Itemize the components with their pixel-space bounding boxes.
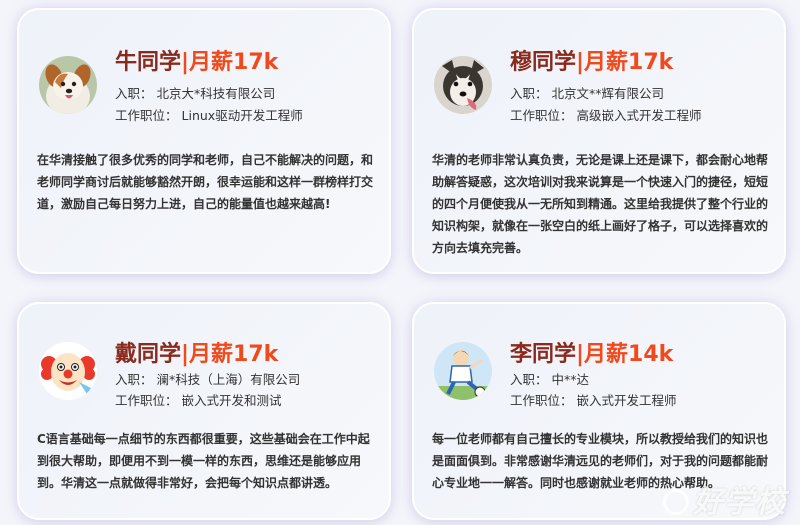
student-heading: 戴同学|月薪17k (115, 336, 278, 368)
position-line: 工作职位： Linux驱动开发工程师 (115, 105, 303, 124)
position-line: 工作职位： 嵌入式开发工程师 (510, 390, 677, 409)
salary-label: |月薪17k (576, 50, 674, 75)
company-value: 中**达 (551, 372, 590, 387)
position-line: 工作职位： 嵌入式开发和测试 (115, 390, 282, 409)
company-line: 入职： 中**达 (510, 369, 589, 388)
puppy-avatar-icon (39, 56, 97, 114)
watermark-text: 好学校 (693, 485, 786, 520)
student-heading: 穆同学|月薪17k (510, 44, 673, 76)
company-label: 入职： (115, 86, 153, 101)
company-line: 入职： 北京文**辉有限公司 (510, 83, 664, 102)
testimonial-quote: C语言基础每一点细节的东西都很重要，这些基础会在工作中起到很大帮助，即便用不到一… (37, 432, 370, 490)
student-heading: 李同学|月薪14k (510, 336, 673, 368)
company-line: 入职： 北京大*科技有限公司 (115, 83, 275, 102)
salary-label: |月薪17k (181, 50, 279, 75)
position-label: 工作职位： (115, 393, 178, 408)
husky-avatar-icon (434, 56, 492, 114)
company-label: 入职： (510, 86, 548, 101)
company-line: 入职： 澜*科技（上海）有限公司 (115, 369, 300, 388)
company-value: 澜*科技（上海）有限公司 (156, 372, 301, 387)
company-label: 入职： (115, 372, 153, 387)
position-value: 高级嵌入式开发工程师 (576, 108, 702, 123)
position-line: 工作职位： 高级嵌入式开发工程师 (510, 105, 702, 124)
position-value: Linux驱动开发工程师 (181, 108, 303, 123)
site-watermark: 好学校 (663, 477, 786, 521)
clown-avatar-icon (39, 342, 97, 400)
position-label: 工作职位： (510, 393, 573, 408)
position-label: 工作职位： (115, 108, 178, 123)
testimonial-card: 戴同学|月薪17k 入职： 澜*科技（上海）有限公司 工作职位： 嵌入式开发和测试 … (17, 302, 391, 520)
salary-label: |月薪17k (181, 342, 279, 367)
position-value: 嵌入式开发工程师 (576, 393, 677, 408)
company-value: 北京大*科技有限公司 (156, 86, 276, 101)
testimonial-card: 穆同学|月薪17k 入职： 北京文**辉有限公司 工作职位： 高级嵌入式开发工程师 … (412, 8, 786, 274)
watermark-logo-icon (663, 489, 689, 515)
student-heading: 牛同学|月薪17k (115, 44, 278, 76)
testimonial-quote: 在华清接触了很多优秀的同学和老师，自己不能解决的问题，和老师同学商讨后就能够豁然… (37, 153, 374, 211)
company-value: 北京文**辉有限公司 (551, 86, 665, 101)
student-name: 李同学 (510, 342, 577, 367)
testimonial-card: 牛同学|月薪17k 入职： 北京大*科技有限公司 工作职位： Linux驱动开发工程… (17, 8, 391, 274)
position-value: 嵌入式开发和测试 (181, 393, 282, 408)
student-name: 戴同学 (115, 342, 182, 367)
student-name: 穆同学 (510, 50, 577, 75)
company-label: 入职： (510, 372, 548, 387)
soccer-player-avatar-icon (434, 342, 492, 400)
student-name: 牛同学 (115, 50, 182, 75)
salary-label: |月薪14k (576, 342, 674, 367)
position-label: 工作职位： (510, 108, 573, 123)
testimonial-quote: 华清的老师非常认真负责，无论是课上还是课下，都会耐心地帮助解答疑惑，这次培训对我… (432, 153, 769, 255)
